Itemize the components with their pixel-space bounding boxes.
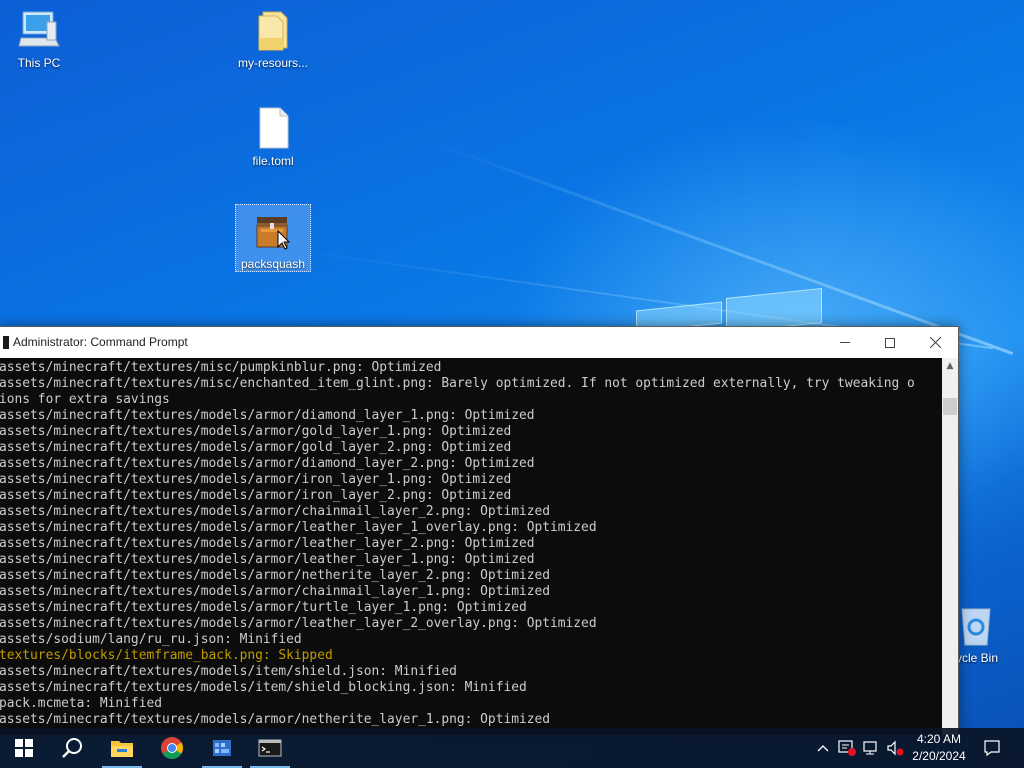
computer-icon <box>18 11 60 47</box>
minimize-button[interactable] <box>822 327 868 358</box>
desktop-icon-recycle-bin[interactable]: cycle Bin <box>950 603 1024 669</box>
close-button[interactable] <box>912 327 958 358</box>
console-line-skipped: textures/blocks/itemframe_back.png: Skip… <box>0 648 333 663</box>
show-hidden-icons-button[interactable] <box>814 739 832 757</box>
network-icon <box>863 741 877 755</box>
console-line: assets/minecraft/textures/models/armor/t… <box>0 600 527 615</box>
folder-icon <box>258 11 288 51</box>
minimize-icon <box>840 342 850 343</box>
window-title: Administrator: Command Prompt <box>13 335 188 349</box>
console-line: assets/minecraft/textures/models/item/sh… <box>0 680 527 695</box>
tray-network-icon[interactable] <box>862 739 880 757</box>
taskbar-clock[interactable]: 4:20 AM 2/20/2024 <box>904 731 974 765</box>
packsquash-app-icon <box>256 217 291 250</box>
console-line: assets/minecraft/textures/misc/pumpkinbl… <box>0 360 442 375</box>
action-center-button[interactable] <box>982 738 1002 758</box>
close-icon <box>929 337 941 348</box>
console-line: assets/minecraft/textures/models/armor/d… <box>0 408 535 423</box>
chrome-icon <box>161 737 183 759</box>
desktop-icon-label: cycle Bin <box>950 651 999 665</box>
scrollbar-thumb[interactable] <box>943 398 957 415</box>
console-line: assets/minecraft/textures/models/armor/n… <box>0 712 551 727</box>
desktop-icon-file-toml[interactable]: file.toml <box>235 106 311 172</box>
command-prompt-icon <box>3 336 9 349</box>
chevron-up-icon <box>817 745 829 752</box>
desktop-icon-this-pc[interactable]: This PC <box>1 8 77 74</box>
console-line: assets/minecraft/textures/models/armor/g… <box>0 424 512 439</box>
console-line: assets/minecraft/textures/models/armor/l… <box>0 520 597 535</box>
start-button[interactable] <box>0 728 48 768</box>
scroll-up-icon[interactable]: ▲ <box>942 358 958 374</box>
file-explorer-button[interactable] <box>98 728 146 768</box>
console-line: assets/minecraft/textures/models/armor/c… <box>0 584 551 599</box>
recycle-bin-icon <box>961 608 991 646</box>
command-prompt-window[interactable]: Administrator: Command Prompt assets/min… <box>0 326 959 736</box>
console-line: pack.mcmeta: Minified <box>0 696 162 711</box>
console-line: assets/minecraft/textures/models/item/sh… <box>0 664 457 679</box>
maximize-icon <box>885 337 895 348</box>
console-line: assets/sodium/lang/ru_ru.json: Minified <box>0 632 302 647</box>
console-line: assets/minecraft/textures/models/armor/l… <box>0 536 535 551</box>
file-icon <box>259 107 289 149</box>
desktop-icon-label: packsquash <box>240 257 306 271</box>
vertical-scrollbar[interactable]: ▲ <box>942 358 958 735</box>
search-icon <box>62 738 82 758</box>
folder-icon <box>111 741 133 757</box>
desktop-icon-label: my-resours... <box>237 56 308 70</box>
console-output[interactable]: assets/minecraft/textures/misc/pumpkinbl… <box>0 358 942 735</box>
console-line: assets/minecraft/textures/models/armor/g… <box>0 440 512 455</box>
notification-icon <box>984 740 1000 757</box>
tray-volume-icon[interactable] <box>886 739 904 757</box>
console-line: assets/minecraft/textures/models/armor/c… <box>0 504 551 519</box>
windows-logo-icon <box>15 739 33 757</box>
terminal-icon <box>258 739 282 757</box>
speaker-muted-icon <box>887 740 904 756</box>
console-line: assets/minecraft/textures/models/armor/i… <box>0 488 512 503</box>
console-line: assets/minecraft/textures/models/armor/d… <box>0 456 535 471</box>
console-line: assets/minecraft/textures/misc/enchanted… <box>0 376 915 391</box>
taskbar: 4:20 AM 2/20/2024 <box>0 728 1024 768</box>
console-line: assets/minecraft/textures/models/armor/l… <box>0 616 597 631</box>
window-titlebar[interactable]: Administrator: Command Prompt <box>0 327 958 358</box>
console-line: assets/minecraft/textures/models/armor/l… <box>0 552 535 567</box>
console-line: ions for extra savings <box>0 392 170 407</box>
desktop-icon-my-resources[interactable]: my-resours... <box>235 8 311 74</box>
console-line: assets/minecraft/textures/models/armor/i… <box>0 472 512 487</box>
clock-date: 2/20/2024 <box>912 749 966 763</box>
console-lines: assets/minecraft/textures/misc/pumpkinbl… <box>0 360 942 728</box>
packsquash-taskbar-button[interactable] <box>198 728 246 768</box>
command-prompt-taskbar-button[interactable] <box>246 728 294 768</box>
packsquash-app-icon <box>213 740 231 756</box>
desktop-icon-label: file.toml <box>252 154 294 168</box>
search-button[interactable] <box>48 728 96 768</box>
tray-security-icon[interactable] <box>838 739 856 757</box>
desktop-icon-label: This PC <box>17 56 61 70</box>
chrome-button[interactable] <box>148 728 196 768</box>
desktop-icon-packsquash[interactable]: packsquash <box>235 204 311 272</box>
console-line: assets/minecraft/textures/models/armor/n… <box>0 568 551 583</box>
maximize-button[interactable] <box>867 327 913 358</box>
defender-warning-icon <box>838 740 856 756</box>
clock-time: 4:20 AM <box>916 732 962 746</box>
